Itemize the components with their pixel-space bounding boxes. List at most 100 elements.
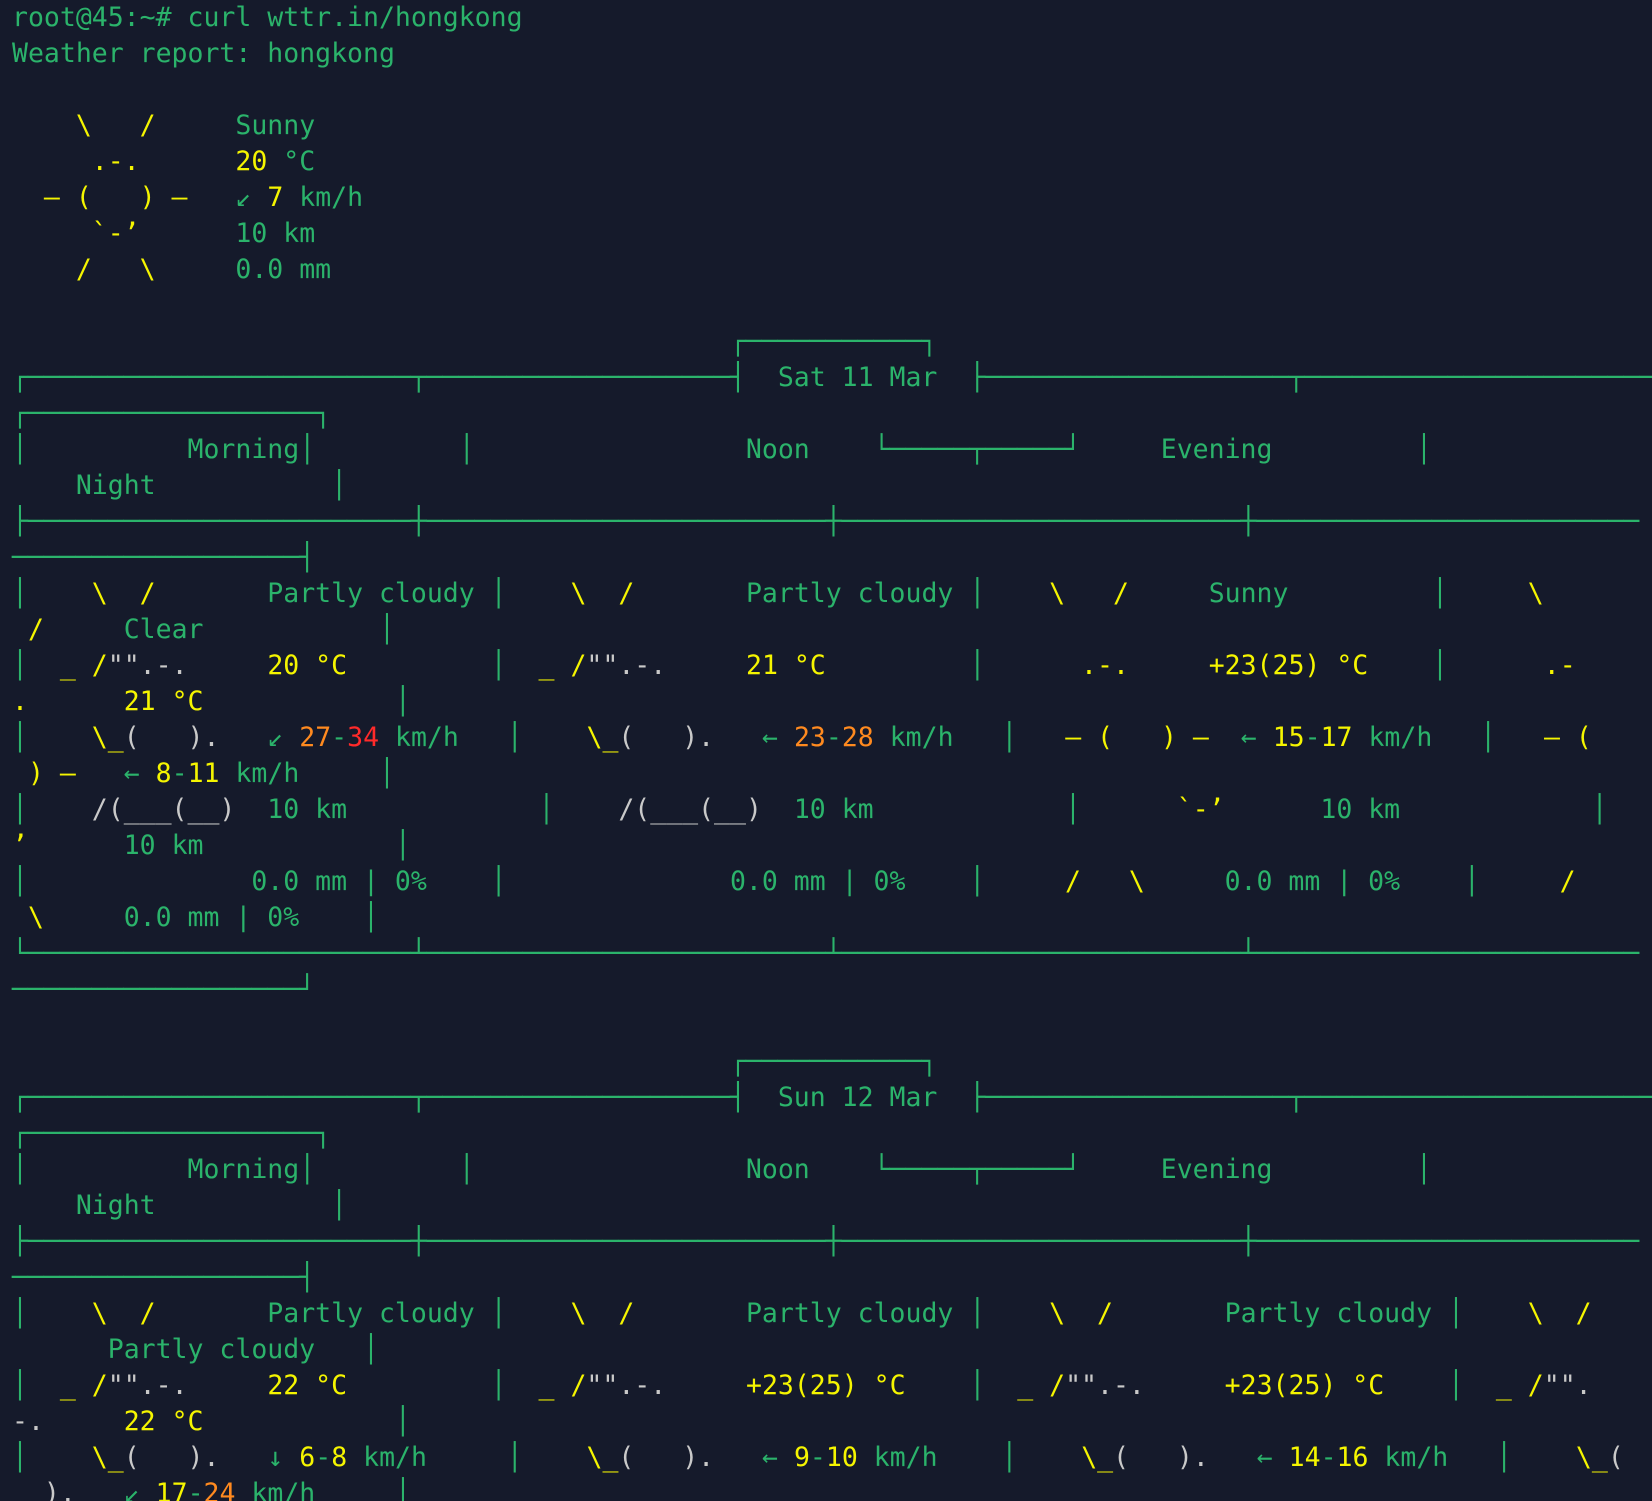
table-border: └────────────────────────┴──────────────… <box>12 938 1640 969</box>
day1-noon-label: Noon <box>745 434 810 465</box>
current-condition: Sunny <box>235 110 316 141</box>
day1-night-temp: 21 °C <box>123 686 204 717</box>
command-text: curl wttr.in/hongkong <box>187 2 523 33</box>
day1-noon-wind-hi: 28 <box>841 722 874 753</box>
day2-evening-label: Evening <box>1160 1154 1273 1185</box>
day2-noon-temp: +23(25) °C <box>745 1370 906 1401</box>
shell-prompt: root@45:~# <box>12 2 188 33</box>
day2-night-condition: Partly cloudy <box>107 1334 316 1365</box>
day2-night-wind-lo: 17 <box>155 1478 188 1501</box>
current-row-1: \ / Sunny <box>12 108 1652 144</box>
table-border: ├────────────────────────┼──────────────… <box>12 1226 1640 1257</box>
day2-morning-wind-hi: 8 <box>331 1442 348 1473</box>
terminal-output: root@45:~# curl wttr.in/hongkong Weather … <box>0 0 1652 1501</box>
day2-night-label-row: Night │ <box>75 1190 348 1221</box>
wind-arrow-icon: ← <box>1240 722 1257 753</box>
day1-night-label-row: Night │ <box>75 470 348 501</box>
report-title: Weather report: hongkong <box>12 38 395 69</box>
current-row-5: / \ 0.0 mm <box>12 254 332 285</box>
day1-evening-temp: +23(25) °C <box>1208 650 1369 681</box>
current-row-4: `-’ 10 km <box>12 218 316 249</box>
day1-evening-precip: 0.0 mm | 0% <box>1224 866 1401 897</box>
day1-temp-row: │ _ /"".-. 20 °C │ _ /"".-. 21 °C │ .-. … <box>12 650 1576 681</box>
day1-date: Sat 11 Mar <box>777 362 938 393</box>
day1-noon-condition: Partly cloudy <box>745 578 954 609</box>
day1-night-precip-row: \ 0.0 mm | 0% │ <box>12 902 379 933</box>
day1-noon-wind-lo: 23 <box>793 722 826 753</box>
command-line[interactable]: root@45:~# curl wttr.in/hongkong <box>12 0 1652 36</box>
day2-morning-label: Morning <box>187 1154 300 1185</box>
current-row-3: ― ( ) ― ↙ 7 km/h <box>12 182 364 213</box>
day2-morning-wind-lo: 6 <box>299 1442 316 1473</box>
day1-evening-visibility: 10 km <box>1320 794 1401 825</box>
day1-noon-temp: 21 °C <box>745 650 826 681</box>
day1-night-visibility: 10 km <box>123 830 204 861</box>
day1-night-label: Night <box>75 470 156 501</box>
day1-wind-row: │ \_( ). ↙ 27-34 km/h │ \_( ). ← 23-28 k… <box>12 722 1592 753</box>
table-border: ┌──────────────────┐ <box>12 1118 332 1149</box>
day1-evening-wind-hi: 17 <box>1320 722 1353 753</box>
day2-header-row: ┌────────────────────────┬──────────────… <box>12 1082 1652 1113</box>
current-temp-unit: °C <box>267 146 316 177</box>
current-temp: 20 <box>235 146 268 177</box>
table-border: ──────────────────┤ <box>12 542 316 573</box>
wind-arrow-icon: ← <box>762 1442 778 1473</box>
day2-wind-row: │ \_( ). ↓ 6-8 km/h │ \_( ). ← 9-10 km/h… <box>12 1442 1624 1473</box>
day1-evening-label: Evening <box>1160 434 1273 465</box>
day2-night-label: Night <box>75 1190 156 1221</box>
day1-night-condition-row: / Clear │ <box>12 614 395 645</box>
day1-night-visibility-row: ’ 10 km │ <box>12 830 411 861</box>
day1-noon-visibility: 10 km <box>793 794 874 825</box>
day2-temp-row: │ _ /"".-. 22 °C │ _ /"".-. +23(25) °C │… <box>12 1370 1592 1401</box>
wind-arrow-icon: ← <box>1256 1442 1273 1473</box>
day2-noon-wind-hi: 10 <box>825 1442 858 1473</box>
wind-arrow-icon: ← <box>762 722 778 753</box>
wind-arrow-icon: ↓ <box>267 1442 284 1473</box>
day2-morning-temp: 22 °C <box>267 1370 348 1401</box>
day1-precip-row: │ 0.0 mm | 0% │ 0.0 mm | 0% │ / \ 0.0 mm… <box>12 866 1576 897</box>
day1-evening-condition: Sunny <box>1208 578 1289 609</box>
day1-night-condition: Clear <box>123 614 204 645</box>
day2-night-wind-hi: 24 <box>203 1478 236 1501</box>
day1-noon-precip: 0.0 mm | 0% <box>729 866 906 897</box>
day2-noon-wind-lo: 9 <box>793 1442 810 1473</box>
wind-unit: km/h <box>857 1442 938 1473</box>
wind-unit: km/h <box>235 1478 316 1501</box>
day1-morning-visibility: 10 km <box>267 794 348 825</box>
current-wind-unit: km/h <box>283 182 364 213</box>
day2-condition-row: │ \ / Partly cloudy │ \ / Partly cloudy … <box>12 1298 1592 1329</box>
terminal-window[interactable]: root@45:~# curl wttr.in/hongkong Weather … <box>0 0 1652 1501</box>
day2-evening-temp: +23(25) °C <box>1224 1370 1385 1401</box>
wind-unit: km/h <box>379 722 459 753</box>
day2-night-condition-row: Partly cloudy │ <box>107 1334 379 1365</box>
day1-morning-label: Morning <box>187 434 300 465</box>
day1-night-wind-hi: 11 <box>187 758 220 789</box>
wind-unit: km/h <box>873 722 954 753</box>
sun-icon: \ / <box>12 110 236 141</box>
day1-period-names-row: │ Morning│ │ Noon └─────┬─────┘ Evening … <box>12 434 1432 465</box>
current-wind-speed: 7 <box>267 182 284 213</box>
day2-night-wind-row: ). ↙ 17-24 km/h │ <box>12 1476 1652 1501</box>
day1-morning-temp: 20 °C <box>267 650 348 681</box>
wind-arrow-icon: ↙ <box>123 1478 140 1501</box>
wind-arrow-icon: ↙ <box>267 722 284 753</box>
wind-unit: km/h <box>347 1442 427 1473</box>
day1-morning-wind-hi: 34 <box>347 722 380 753</box>
day-box-top: ┌───────────┐ <box>12 326 938 357</box>
day1-night-wind-row: ) ― ← 8-11 km/h │ <box>12 758 396 789</box>
day2-period-names-row: │ Morning│ │ Noon └─────┬─────┘ Evening … <box>12 1154 1432 1185</box>
day1-condition-row: │ \ / Partly cloudy │ \ / Partly cloudy … <box>12 578 1544 609</box>
day2-noon-condition: Partly cloudy <box>745 1298 954 1329</box>
day1-visibility-row: │ /(___(__) 10 km │ /(___(__) 10 km │ `-… <box>12 794 1624 825</box>
table-border: ──────────────────┤ <box>12 1262 316 1293</box>
day1-morning-precip: 0.0 mm | 0% <box>251 866 427 897</box>
current-visibility: 10 km <box>235 218 316 249</box>
wind-arrow-icon: ← <box>123 758 140 789</box>
day2-noon-label: Noon <box>745 1154 810 1185</box>
wind-unit: km/h <box>219 758 300 789</box>
day2-night-temp: 22 °C <box>123 1406 204 1437</box>
day2-evening-wind-hi: 16 <box>1336 1442 1369 1473</box>
